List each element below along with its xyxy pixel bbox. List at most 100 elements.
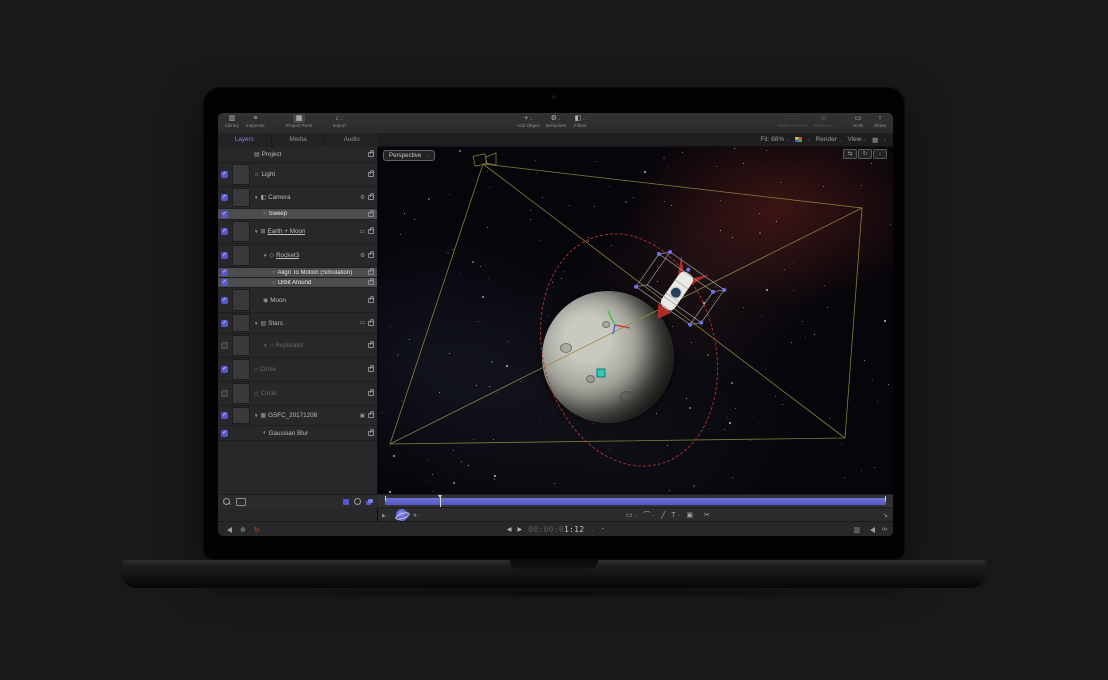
lock-icon[interactable] — [368, 195, 374, 200]
visibility-checkbox[interactable]: ✓ — [221, 211, 228, 218]
lock-icon[interactable] — [368, 270, 374, 275]
visibility-checkbox[interactable]: ✓ — [221, 279, 228, 286]
disclosure-triangle-icon[interactable]: ▼ — [254, 229, 258, 234]
disclosure-triangle-icon[interactable]: ▼ — [254, 413, 258, 418]
filters-button[interactable]: ◧⌄ Filters — [572, 113, 588, 129]
add-object-button[interactable]: +⌄ Add Object — [517, 113, 540, 129]
render-menu[interactable]: Render ⌄ — [816, 136, 843, 143]
speaker-icon[interactable] — [867, 527, 875, 533]
timecode-chevron-icon[interactable]: ⌄ — [590, 527, 594, 533]
layer-label[interactable]: Orbit Around — [278, 280, 312, 286]
rectangle-tool[interactable]: ▭⌄ — [626, 511, 637, 519]
layer-row[interactable]: ✓○Circle — [218, 358, 377, 382]
layer-row[interactable]: ✓◉Moon — [218, 288, 377, 313]
lock-icon[interactable] — [368, 321, 374, 326]
disclosure-triangle-icon[interactable]: ▼ — [263, 343, 267, 348]
orbit-view-icon[interactable]: ↻ — [858, 149, 872, 159]
viewport-camera-dropdown[interactable]: Perspective⌄ — [383, 150, 435, 161]
layer-row[interactable]: ✓☼Light — [218, 163, 377, 187]
layer-label[interactable]: Earth + Moon — [268, 228, 306, 235]
paint-stroke-tool[interactable]: ╱ — [661, 511, 665, 519]
visibility-checkbox[interactable]: ✓ — [221, 171, 228, 178]
lock-icon[interactable] — [368, 413, 374, 418]
layer-label[interactable]: Replicator — [275, 342, 303, 349]
orbit-3d-tool[interactable] — [397, 510, 407, 520]
filmstrip-filter-icon[interactable] — [236, 498, 246, 506]
show-filters-toggle-icon[interactable] — [366, 499, 373, 505]
visibility-checkbox[interactable]: ✓ — [221, 430, 228, 437]
visibility-checkbox[interactable]: ✓ — [221, 412, 228, 419]
search-icon[interactable] — [223, 498, 230, 505]
project-pane-button[interactable]: ▦ Project Pane — [286, 113, 312, 129]
tab-media[interactable]: Media — [272, 133, 326, 147]
step-back-button[interactable]: ◀ — [507, 526, 512, 533]
resize-timeline-icon[interactable]: ↘ — [883, 511, 888, 519]
layer-row[interactable]: ✓▼◧Camera⚙ — [218, 187, 377, 209]
share-button[interactable]: ↑ Share — [872, 113, 888, 129]
arrow-tool[interactable]: ➤⌄ — [381, 512, 391, 519]
disclosure-triangle-icon[interactable]: ▼ — [254, 195, 258, 200]
behavior-gear-icon[interactable]: ⚙ — [360, 195, 365, 201]
visibility-checkbox[interactable]: ✓ — [221, 228, 228, 235]
visibility-checkbox[interactable]: ✓ — [221, 297, 228, 304]
mask-tool[interactable]: ▣⌄ — [686, 511, 697, 519]
layer-row[interactable]: ▼∷Replicator — [218, 334, 377, 358]
timecode-display[interactable]: 00:00:01:12 — [528, 525, 584, 534]
layer-label[interactable]: Moon — [270, 297, 286, 304]
channels-color-icon[interactable] — [795, 137, 802, 142]
layer-row[interactable]: ✓○Sweep — [218, 209, 377, 220]
lock-icon[interactable] — [368, 431, 374, 436]
lock-icon[interactable] — [368, 212, 374, 217]
layer-row[interactable]: ✓▼▦GSFC_20171208▣ — [218, 406, 377, 426]
lock-icon[interactable] — [368, 280, 374, 285]
behavior-gear-icon[interactable]: ⚙ — [360, 253, 365, 259]
visibility-checkbox[interactable]: ✓ — [221, 320, 228, 327]
hud-button[interactable]: ▭ HUD — [850, 113, 866, 129]
visibility-checkbox[interactable] — [221, 390, 228, 397]
lock-icon[interactable] — [368, 172, 374, 177]
layer-label[interactable]: Stars — [268, 320, 283, 327]
crosshair-icon[interactable]: ⊕ — [240, 526, 246, 534]
visibility-checkbox[interactable]: ✓ — [221, 252, 228, 259]
inspector-button[interactable]: ≡ Inspector — [246, 113, 265, 129]
visibility-checkbox[interactable] — [221, 342, 228, 349]
lock-icon[interactable] — [368, 152, 374, 157]
layer-label[interactable]: Rocket3 — [276, 252, 299, 259]
show-behaviors-toggle-icon[interactable] — [354, 498, 361, 505]
mini-timeline[interactable] — [378, 494, 893, 508]
layer-row[interactable]: ✓◐Gaussian Blur — [218, 426, 377, 441]
play-button[interactable]: ▶ — [517, 526, 522, 533]
layer-row[interactable]: ✓○Orbit Around — [218, 278, 377, 288]
record-icon[interactable]: ↻ — [254, 526, 260, 534]
layer-label[interactable]: GSFC_20171208 — [268, 412, 317, 419]
layer-label[interactable]: Align To Motion (Simulation) — [278, 270, 353, 276]
layer-label[interactable]: Circle — [260, 366, 276, 373]
canvas-viewport[interactable]: Perspective⌄ ⇆ ↻ ↓ — [378, 147, 893, 494]
layer-row[interactable]: ✓○Align To Motion (Simulation) — [218, 268, 377, 278]
layer-label[interactable]: Camera — [268, 194, 290, 201]
library-button[interactable]: ▥ Library — [224, 113, 240, 129]
timeline-range-bar[interactable] — [385, 498, 886, 505]
layer-row[interactable]: △Circle — [218, 382, 377, 406]
import-button[interactable]: ↓⌄ Import — [331, 113, 347, 129]
slate-icon[interactable]: ▥ — [853, 526, 860, 534]
lock-icon[interactable] — [368, 229, 374, 234]
visibility-checkbox[interactable]: ✓ — [221, 194, 228, 201]
visibility-checkbox[interactable]: ✓ — [221, 269, 228, 276]
disclosure-triangle-icon[interactable]: ▼ — [254, 321, 258, 326]
visibility-checkbox[interactable]: ✓ — [221, 366, 228, 373]
bezier-tool[interactable]: ⌒⌄ — [643, 510, 655, 520]
zoom-fit-control[interactable]: Fit: 68% ⌄ — [760, 136, 789, 143]
filmstrip-badge-icon[interactable]: ▭ — [360, 229, 365, 235]
loop-icon[interactable]: ∞ — [882, 526, 887, 533]
cut-tool[interactable]: ✂ — [704, 511, 710, 519]
layer-row[interactable]: ✓▼◇Rocket3⚙ — [218, 244, 377, 268]
tab-audio[interactable]: Audio — [325, 133, 378, 147]
layer-row[interactable]: ✓▼▤Stars▭ — [218, 313, 377, 334]
view-menu[interactable]: View ⌄ — [847, 136, 867, 143]
layer-row[interactable]: ✓▼⊞Earth + Moon▭ — [218, 220, 377, 244]
layer-label[interactable]: Sweep — [269, 211, 287, 217]
lock-icon[interactable] — [368, 253, 374, 258]
camera-badge-icon[interactable]: ▣ — [360, 413, 365, 419]
show-layers-toggle-icon[interactable] — [343, 499, 349, 505]
